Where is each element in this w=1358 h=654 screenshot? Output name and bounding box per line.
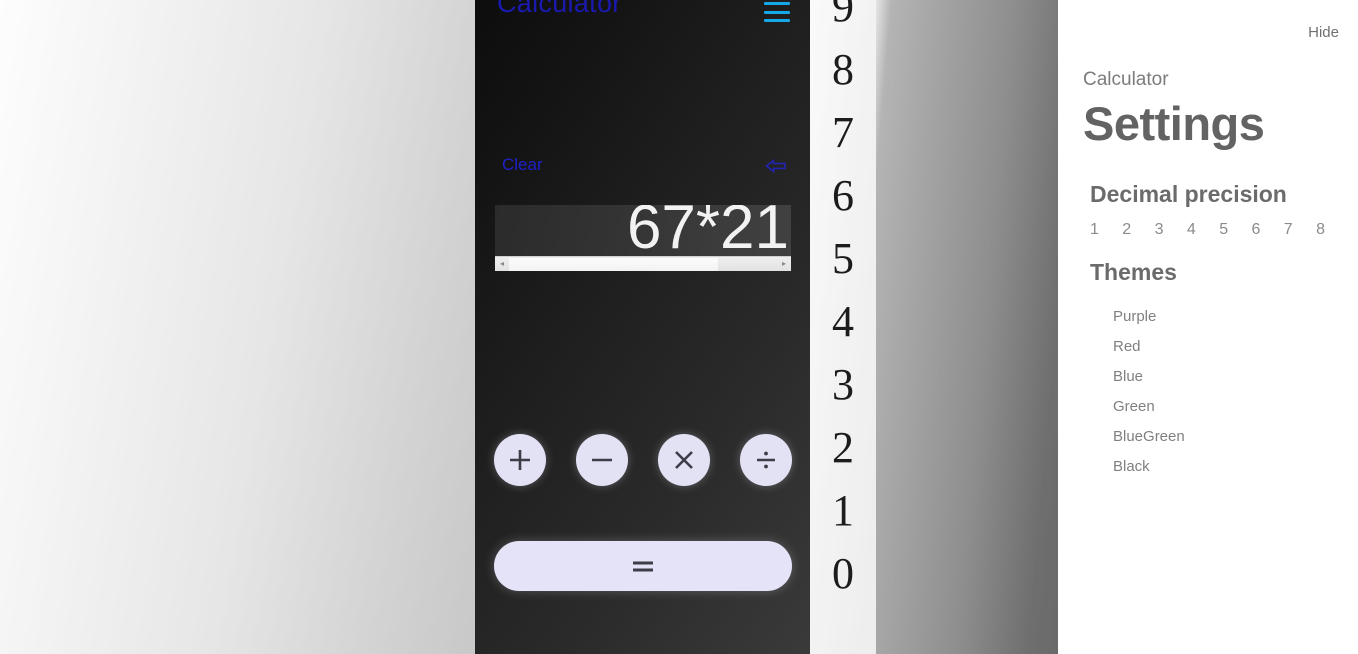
clear-button[interactable]: Clear: [502, 155, 543, 175]
calculator-title: Calculator: [497, 0, 622, 18]
scrollbar-thumb[interactable]: [509, 257, 719, 271]
precision-option-2[interactable]: 2: [1122, 221, 1131, 239]
hamburger-bar: [764, 19, 790, 22]
plus-icon: [510, 450, 530, 470]
digit-option-8[interactable]: 8: [810, 48, 876, 92]
calculator-panel: Calculator Clear 67*21 ◂ ▸: [475, 0, 810, 654]
theme-option-bluegreen[interactable]: BlueGreen: [1113, 427, 1333, 457]
hamburger-bar: [764, 10, 790, 14]
hamburger-menu-icon[interactable]: [764, 2, 790, 22]
digit-option-1[interactable]: 1: [810, 489, 876, 533]
precision-option-7[interactable]: 7: [1284, 221, 1293, 239]
precision-option-1[interactable]: 1: [1090, 221, 1099, 239]
theme-option-green[interactable]: Green: [1113, 397, 1333, 427]
display-actions-row: Clear: [475, 155, 810, 183]
background-left-gradient: [0, 0, 475, 654]
calculator-header: Calculator: [475, 0, 810, 28]
precision-option-5[interactable]: 5: [1219, 221, 1228, 239]
digit-option-2[interactable]: 2: [810, 426, 876, 470]
app-window: Calculator Clear 67*21 ◂ ▸ 9 8 7 6 5 4 3…: [0, 0, 1358, 654]
digit-option-7[interactable]: 7: [810, 111, 876, 155]
theme-option-red[interactable]: Red: [1113, 337, 1333, 367]
scrollbar-track[interactable]: [509, 257, 777, 271]
digit-option-4[interactable]: 4: [810, 300, 876, 344]
divide-button[interactable]: [740, 434, 792, 486]
settings-panel: Hide Calculator Settings Decimal precisi…: [1058, 0, 1358, 654]
digit-option-6[interactable]: 6: [810, 174, 876, 218]
digit-scroll-strip[interactable]: 9 8 7 6 5 4 3 2 1 0: [810, 0, 876, 654]
precision-option-8[interactable]: 8: [1316, 221, 1325, 239]
digit-option-0[interactable]: 0: [810, 552, 876, 596]
themes-heading: Themes: [1090, 259, 1177, 285]
backspace-button[interactable]: [764, 156, 788, 176]
digit-option-3[interactable]: 3: [810, 363, 876, 407]
hamburger-bar: [764, 2, 790, 5]
display-horizontal-scrollbar[interactable]: ◂ ▸: [495, 256, 791, 271]
scrollbar-left-arrow-icon[interactable]: ◂: [495, 260, 509, 268]
decimal-precision-options: 1 2 3 4 5 6 7 8: [1090, 221, 1340, 243]
equals-icon: [633, 561, 653, 572]
digit-option-9[interactable]: 9: [810, 0, 876, 29]
precision-option-3[interactable]: 3: [1155, 221, 1164, 239]
plus-button[interactable]: [494, 434, 546, 486]
background-mid-gradient: [875, 0, 1058, 654]
themes-options: Purple Red Blue Green BlueGreen Black: [1113, 307, 1333, 487]
settings-page-title: Settings: [1083, 97, 1265, 150]
theme-option-blue[interactable]: Blue: [1113, 367, 1333, 397]
multiply-button[interactable]: [658, 434, 710, 486]
multiply-icon: [675, 451, 693, 469]
settings-eyebrow: Calculator: [1083, 69, 1169, 90]
minus-icon: [592, 458, 612, 462]
precision-option-4[interactable]: 4: [1187, 221, 1196, 239]
display-value: 67*21: [626, 205, 789, 262]
operator-button-row: [475, 434, 810, 486]
theme-option-black[interactable]: Black: [1113, 457, 1333, 487]
hide-settings-button[interactable]: Hide: [1308, 24, 1339, 41]
scrollbar-right-arrow-icon[interactable]: ▸: [777, 260, 791, 268]
precision-option-6[interactable]: 6: [1252, 221, 1261, 239]
minus-button[interactable]: [576, 434, 628, 486]
equals-button[interactable]: [494, 541, 792, 591]
decimal-precision-heading: Decimal precision: [1090, 181, 1287, 207]
theme-option-purple[interactable]: Purple: [1113, 307, 1333, 337]
digit-option-5[interactable]: 5: [810, 237, 876, 281]
divide-icon: [757, 451, 775, 469]
